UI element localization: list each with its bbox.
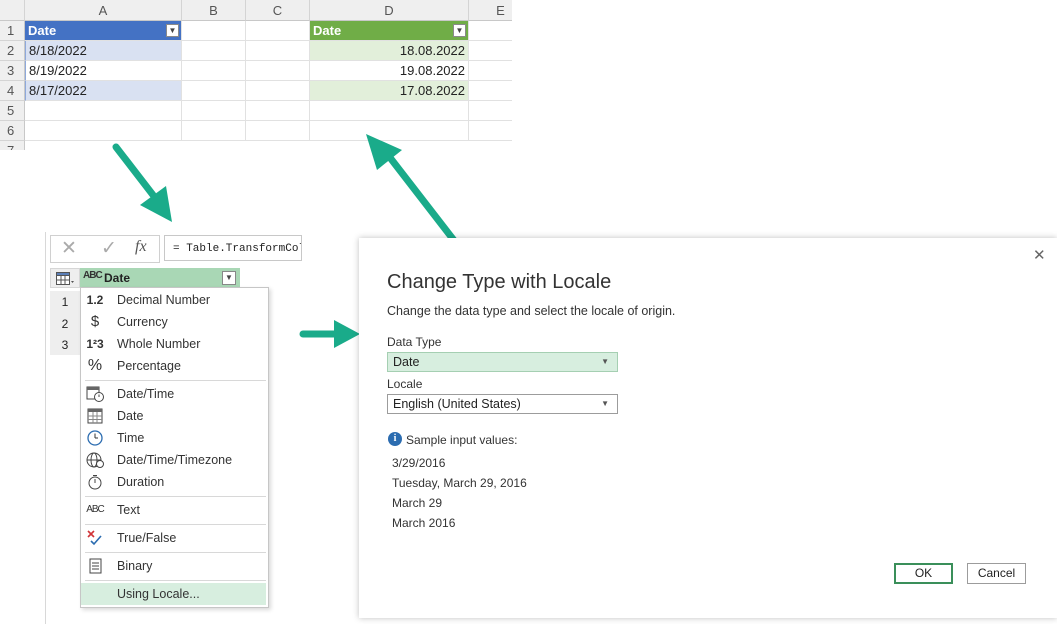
formula-input[interactable]: = Table.TransformCol	[164, 235, 302, 261]
menu-item-binary[interactable]: Binary	[81, 555, 266, 577]
sample-values-label: Sample input values:	[406, 433, 518, 447]
cancel-icon[interactable]: ✕	[61, 237, 77, 260]
binary-icon	[89, 558, 102, 574]
menu-item-using-locale[interactable]: Using Locale...	[81, 583, 266, 605]
fx-icon[interactable]: fx	[135, 238, 147, 256]
menu-item-currency[interactable]: $ Currency	[81, 311, 266, 333]
arrow-up-left	[384, 151, 460, 247]
menu-item-label: True/False	[117, 531, 177, 545]
menu-item-label: Duration	[117, 475, 165, 489]
percentage-icon: %	[87, 357, 103, 374]
menu-item-time[interactable]: Time	[81, 427, 266, 449]
chevron-down-icon: ▼	[601, 399, 609, 408]
currency-icon: $	[90, 313, 100, 330]
arrow-right-head	[334, 320, 360, 348]
menu-item-label: Percentage	[117, 359, 181, 373]
menu-separator	[85, 580, 266, 581]
stopwatch-icon	[88, 475, 102, 490]
data-type-menu: 1.2 Decimal Number $ Currency 1²3 Whole …	[80, 287, 269, 608]
ok-button[interactable]: OK	[894, 563, 953, 584]
locale-label: Locale	[387, 377, 423, 391]
info-icon: i	[388, 432, 402, 446]
calendar-icon	[87, 408, 103, 424]
arrow-down-right	[112, 143, 157, 199]
close-icon[interactable]: ✕	[1033, 246, 1046, 264]
menu-separator	[85, 496, 266, 497]
menu-item-date[interactable]: Date	[81, 405, 266, 427]
menu-item-label: Date/Time	[117, 387, 175, 401]
menu-item-duration[interactable]: Duration	[81, 471, 266, 493]
data-type-dropdown[interactable]: Date ▼	[387, 352, 618, 372]
arrow-down-right-head	[140, 186, 172, 222]
cancel-button[interactable]: Cancel	[967, 563, 1026, 584]
text-icon: ABC	[86, 504, 105, 515]
row-number: 1	[50, 291, 80, 314]
sample-value: March 29	[392, 496, 443, 510]
menu-item-label: Currency	[117, 315, 168, 329]
text-type-icon[interactable]: ABC	[83, 270, 103, 281]
globe-clock-icon	[86, 452, 104, 468]
sample-value: 3/29/2016	[392, 456, 446, 470]
row-number: 3	[50, 335, 80, 355]
sample-value: Tuesday, March 29, 2016	[392, 476, 527, 490]
menu-separator	[85, 380, 266, 381]
dialog-title: Change Type with Locale	[387, 271, 612, 293]
change-type-locale-dialog: ✕ Change Type with Locale Change the dat…	[359, 238, 1057, 618]
chevron-down-icon: ▼	[601, 357, 609, 366]
column-filter-icon[interactable]: ▼	[222, 271, 236, 285]
locale-value: English (United States)	[393, 397, 521, 411]
menu-item-date-time[interactable]: Date/Time	[81, 383, 266, 405]
menu-item-label: Date/Time/Timezone	[117, 453, 233, 467]
menu-item-date-time-timezone[interactable]: Date/Time/Timezone	[81, 449, 266, 471]
decimal-icon: 1.2	[86, 293, 104, 307]
table-corner-button[interactable]	[50, 268, 80, 288]
menu-separator	[85, 524, 266, 525]
formula-bar-buttons: ✕ ✓ fx	[50, 235, 160, 263]
menu-item-text[interactable]: ABC Text	[81, 499, 266, 521]
clock-icon	[87, 430, 103, 446]
data-type-value: Date	[393, 355, 420, 369]
dialog-subtitle: Change the data type and select the loca…	[387, 304, 676, 318]
menu-item-label: Time	[117, 431, 145, 445]
menu-item-label: Whole Number	[117, 337, 201, 351]
menu-item-whole-number[interactable]: 1²3 Whole Number	[81, 333, 266, 355]
menu-separator	[85, 552, 266, 553]
true-false-icon	[87, 530, 102, 546]
menu-item-label: Date	[117, 409, 144, 423]
menu-item-label: Using Locale...	[117, 587, 200, 601]
table-icon	[56, 272, 74, 285]
sample-value: March 2016	[392, 516, 456, 530]
menu-item-true-false[interactable]: True/False	[81, 527, 266, 549]
menu-item-label: Binary	[117, 559, 153, 573]
datetime-icon	[86, 386, 104, 402]
menu-item-percentage[interactable]: % Percentage	[81, 355, 266, 377]
column-header-label: Date	[104, 271, 131, 285]
pq-left-border	[45, 232, 46, 624]
locale-dropdown[interactable]: English (United States) ▼	[387, 394, 618, 414]
menu-item-label: Decimal Number	[117, 293, 211, 307]
data-type-label: Data Type	[387, 335, 442, 349]
check-icon[interactable]: ✓	[101, 237, 117, 260]
column-header-date[interactable]: ABC Date ▼	[80, 268, 240, 288]
row-number: 2	[50, 313, 80, 336]
whole-number-icon: 1²3	[86, 337, 104, 351]
menu-item-decimal-number[interactable]: 1.2 Decimal Number	[81, 289, 266, 311]
menu-item-label: Text	[117, 503, 140, 517]
